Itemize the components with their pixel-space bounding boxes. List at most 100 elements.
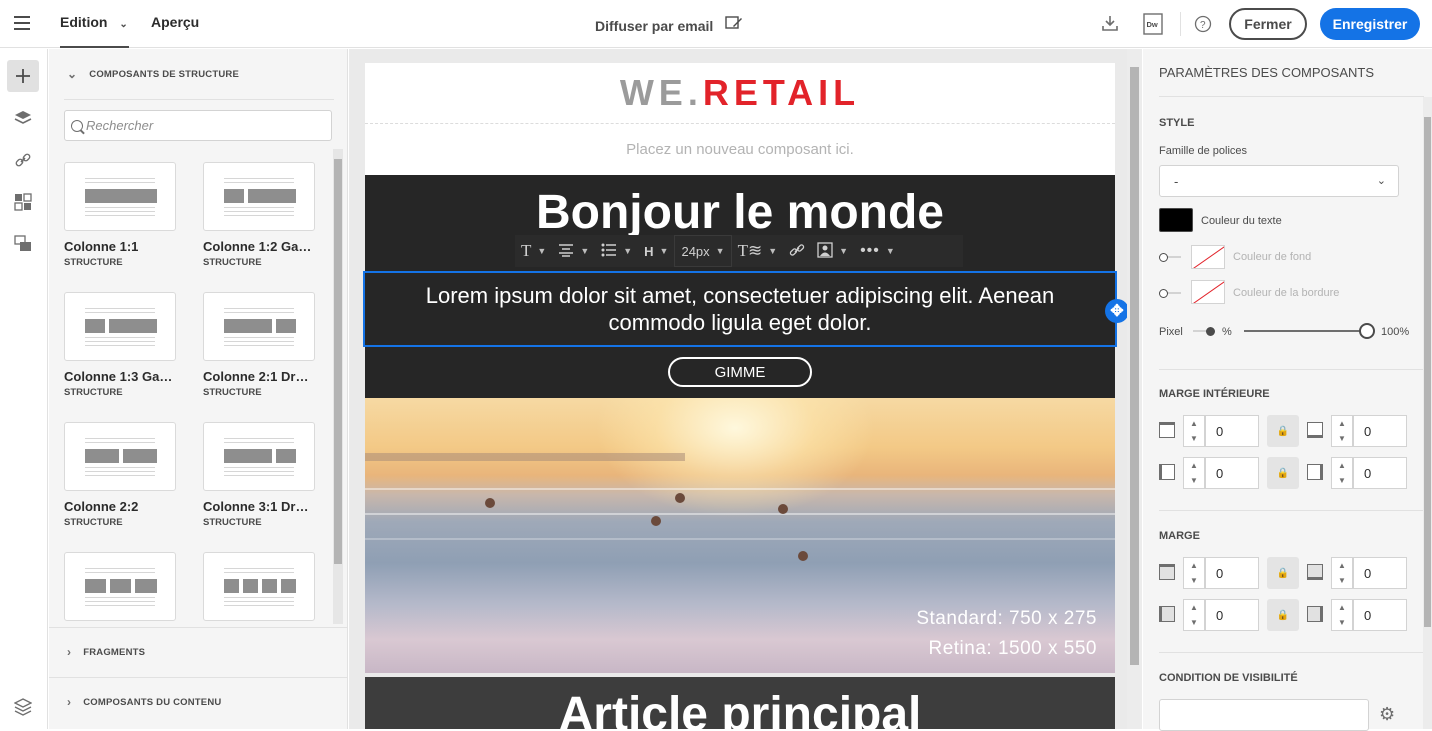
margin-top-stepper[interactable]: ▲ ▼ xyxy=(1183,557,1205,589)
email-canvas[interactable]: WE.RETAIL Placez un nouveau composant ic… xyxy=(349,49,1142,729)
unit-toggle[interactable] xyxy=(1191,327,1215,336)
bg-color-toggle[interactable] xyxy=(1159,253,1183,262)
text-icon: T xyxy=(521,241,532,260)
slider-knob[interactable] xyxy=(1359,323,1375,339)
link-button[interactable] xyxy=(783,235,811,267)
chevron-down-icon[interactable]: ⌄ xyxy=(119,19,127,30)
text-color-swatch[interactable] xyxy=(1159,208,1193,232)
padding-bottom-input[interactable]: 0 xyxy=(1353,415,1407,447)
padding-right-stepper[interactable]: ▲ ▼ xyxy=(1331,457,1353,489)
text-color-button[interactable]: T≋ ▼ xyxy=(732,235,784,267)
margin-bottom-input[interactable]: 0 xyxy=(1353,557,1407,589)
scrollbar-thumb[interactable] xyxy=(1424,117,1431,627)
article-title[interactable]: Article principal xyxy=(365,687,1115,729)
chevron-down-icon: ▼ xyxy=(580,246,590,256)
border-color-swatch[interactable] xyxy=(1191,280,1225,304)
wave-line xyxy=(365,513,1115,515)
structure-section-header[interactable]: ⌄ COMPOSANTS DE STRUCTURE xyxy=(49,49,348,99)
link-icon[interactable] xyxy=(7,144,39,176)
download-icon[interactable] xyxy=(1100,13,1120,33)
component-card[interactable]: Colonne 2:2 STRUCTURE xyxy=(64,422,176,528)
scrollbar-thumb[interactable] xyxy=(334,159,342,564)
padding-top-stepper[interactable]: ▲ ▼ xyxy=(1183,415,1205,447)
components-scrollbar[interactable] xyxy=(333,149,343,624)
lock-icon[interactable]: 🔒 xyxy=(1267,457,1299,489)
search-input[interactable]: Rechercher xyxy=(64,110,332,141)
tab-edition[interactable]: Edition ⌄ xyxy=(60,14,128,30)
send-email-link[interactable]: Diffuser par email xyxy=(595,15,743,34)
list-button[interactable]: ▼ xyxy=(595,235,638,267)
font-family-label: Famille de polices xyxy=(1159,145,1248,157)
tab-apercu[interactable]: Aperçu xyxy=(151,14,199,30)
margin-label: MARGE xyxy=(1159,530,1200,542)
padding-bottom-stepper[interactable]: ▲ ▼ xyxy=(1331,415,1353,447)
padding-top-input[interactable]: 0 xyxy=(1205,415,1259,447)
drop-zone[interactable]: Placez un nouveau composant ici. xyxy=(365,123,1115,175)
close-button[interactable]: Fermer xyxy=(1229,8,1307,40)
margin-bottom-stepper[interactable]: ▲ ▼ xyxy=(1331,557,1353,589)
save-button[interactable]: Enregistrer xyxy=(1320,8,1420,40)
bg-color-swatch[interactable] xyxy=(1191,245,1225,269)
lock-icon[interactable]: 🔒 xyxy=(1267,557,1299,589)
align-button[interactable]: ▼ xyxy=(552,235,595,267)
help-icon[interactable]: ? xyxy=(1193,14,1213,34)
lock-icon[interactable]: 🔒 xyxy=(1267,599,1299,631)
lock-icon[interactable]: 🔒 xyxy=(1267,415,1299,447)
text-color-icon: T≋ xyxy=(737,241,763,260)
padding-left-input[interactable]: 0 xyxy=(1205,457,1259,489)
more-options-button[interactable]: ••• ▼ xyxy=(854,235,901,267)
logo-block[interactable]: WE.RETAIL xyxy=(365,63,1115,123)
dreamweaver-export-icon[interactable]: Dw xyxy=(1143,13,1163,35)
pencil-icon[interactable] xyxy=(725,15,743,34)
border-color-toggle[interactable] xyxy=(1159,289,1183,298)
text-style-button[interactable]: T ▼ xyxy=(515,235,552,267)
font-size-button[interactable]: 24px ▼ xyxy=(674,235,732,267)
width-slider[interactable] xyxy=(1244,323,1375,339)
slider-value: 100% xyxy=(1381,326,1410,338)
component-type: STRUCTURE xyxy=(203,517,262,528)
canvas-scrollbar[interactable] xyxy=(1127,49,1142,729)
content-section-header[interactable]: › COMPOSANTS DU CONTENU xyxy=(49,677,348,727)
hero-section[interactable]: Bonjour le monde T ▼ ▼ ▼ H ▼ 24px ▼ T≋ ▼… xyxy=(363,175,1129,398)
heading-button[interactable]: H ▼ xyxy=(638,235,674,267)
send-email-label: Diffuser par email xyxy=(595,18,714,34)
component-card[interactable]: Colonne 1:1 STRUCTURE xyxy=(64,162,176,268)
component-card[interactable]: Colonne 2:1 Droite STRUCTURE xyxy=(203,292,315,398)
margin-top-input[interactable]: 0 xyxy=(1205,557,1259,589)
layers-settings-icon[interactable] xyxy=(7,691,39,723)
personalization-button[interactable]: ▼ xyxy=(811,235,854,267)
component-card[interactable]: Colonne 3:1 Droite STRUCTURE xyxy=(203,422,315,528)
logo-we: WE. xyxy=(619,72,703,113)
component-card[interactable] xyxy=(203,552,315,621)
margin-right-input[interactable]: 0 xyxy=(1353,599,1407,631)
padding-left-stepper[interactable]: ▲ ▼ xyxy=(1183,457,1205,489)
add-components-icon[interactable] xyxy=(7,60,39,92)
component-card[interactable] xyxy=(64,552,176,621)
margin-left-input[interactable]: 0 xyxy=(1205,599,1259,631)
component-card[interactable]: Colonne 1:2 Gau... STRUCTURE xyxy=(203,162,315,268)
fragments-section-header[interactable]: › FRAGMENTS xyxy=(49,627,348,677)
margin-right-stepper[interactable]: ▲ ▼ xyxy=(1331,599,1353,631)
heading-label: H xyxy=(644,243,654,259)
hero-headline[interactable]: Bonjour le monde xyxy=(365,185,1115,240)
visibility-condition-input[interactable] xyxy=(1159,699,1369,731)
assets-icon[interactable] xyxy=(7,186,39,218)
menu-icon[interactable] xyxy=(14,16,30,30)
cta-button[interactable]: GIMME xyxy=(668,357,812,387)
hero-image[interactable]: Standard: 750 x 275 Retina: 1500 x 550 xyxy=(365,398,1115,673)
component-card[interactable]: Colonne 1:3 Gau... STRUCTURE xyxy=(64,292,176,398)
padding-right-input[interactable]: 0 xyxy=(1353,457,1407,489)
scrollbar-thumb[interactable] xyxy=(1130,67,1139,665)
personalization-icon[interactable] xyxy=(7,228,39,260)
margin-left-stepper[interactable]: ▲ ▼ xyxy=(1183,599,1205,631)
image-spec-retina: Retina: 1500 x 550 xyxy=(928,638,1097,659)
gear-icon[interactable]: ⚙ xyxy=(1379,704,1395,725)
move-handle-icon[interactable]: ✥ xyxy=(1105,299,1129,323)
layers-icon[interactable] xyxy=(7,102,39,134)
font-family-select[interactable]: - ⌄ xyxy=(1159,165,1399,197)
article-section[interactable]: Article principal xyxy=(365,677,1115,729)
content-section-title: COMPOSANTS DU CONTENU xyxy=(83,696,222,708)
lorem-text[interactable]: Lorem ipsum dolor sit amet, consectetuer… xyxy=(385,282,1095,336)
settings-scrollbar[interactable] xyxy=(1423,97,1432,729)
selected-text-component[interactable]: Lorem ipsum dolor sit amet, consectetuer… xyxy=(363,271,1129,347)
